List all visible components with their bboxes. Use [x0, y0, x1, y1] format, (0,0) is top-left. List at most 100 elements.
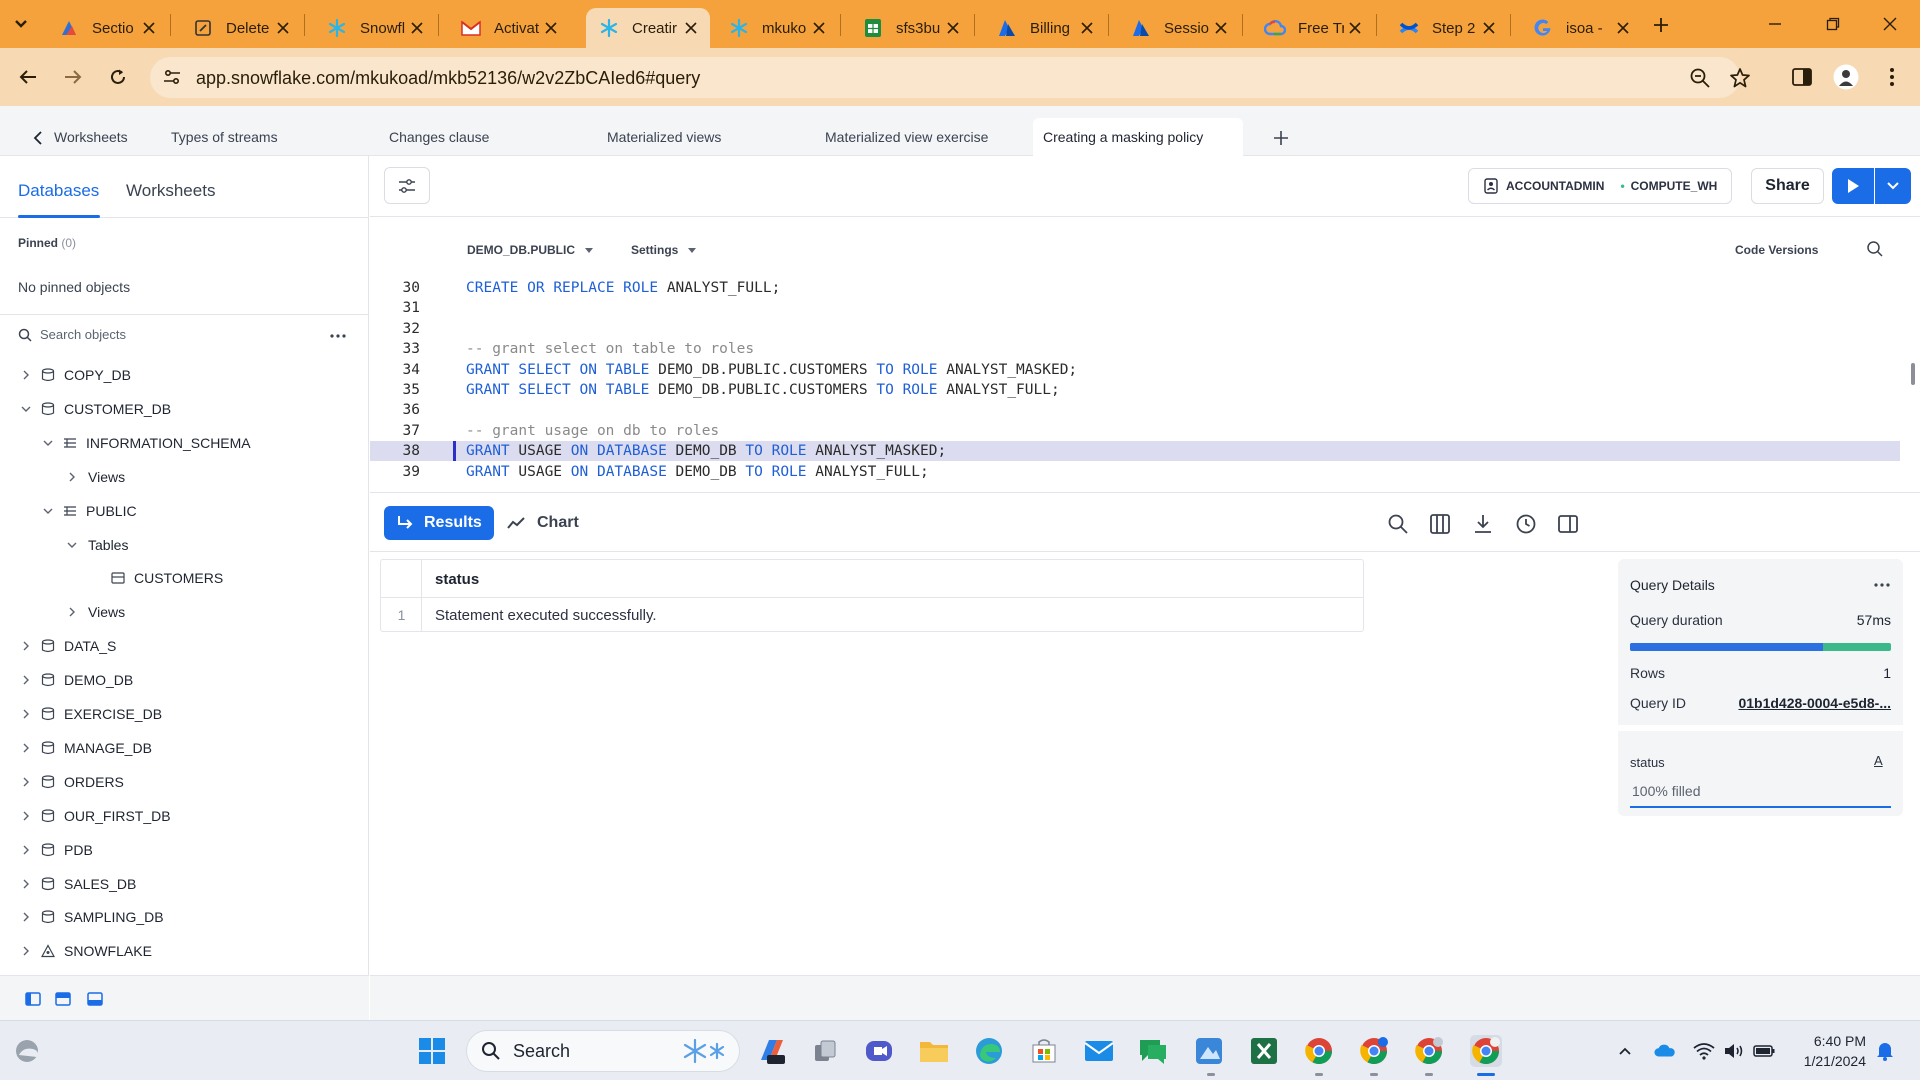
tree-item-demo-db[interactable]: DEMO_DB [18, 666, 133, 694]
browser-tab[interactable]: Delete [180, 8, 302, 48]
search-objects-input[interactable]: Search objects [18, 327, 126, 342]
chevron-down-icon[interactable] [64, 537, 80, 553]
chrome-profile-icon[interactable] [1413, 1035, 1445, 1067]
image-app-icon[interactable] [1193, 1035, 1225, 1067]
chrome-profile-icon[interactable] [1358, 1035, 1390, 1067]
browser-tab[interactable]: Free Tr [1252, 8, 1374, 48]
run-button[interactable] [1832, 168, 1874, 204]
chevron-right-icon[interactable] [18, 672, 34, 688]
browser-menu-icon[interactable] [1877, 62, 1907, 92]
restore-window-icon[interactable] [1819, 10, 1847, 38]
sql-editor[interactable]: 30 CREATE OR REPLACE ROLE ANALYST_FULL; 31… [370, 276, 1920, 492]
back-arrow-icon[interactable] [13, 62, 43, 92]
code-line[interactable]: 33 -- grant select on table to roles [370, 339, 1900, 359]
tree-item-orders[interactable]: ORDERS [18, 768, 124, 796]
query-id-link[interactable]: 01b1d428-0004-e5d8-... [1738, 695, 1891, 711]
side-panel-icon[interactable] [1787, 62, 1817, 92]
tab-materialized-views[interactable]: Materialized views [597, 118, 731, 156]
code-line[interactable]: 39 GRANT USAGE ON DATABASE DEMO_DB TO ROL… [370, 462, 1900, 482]
reload-icon[interactable] [103, 62, 133, 92]
chevron-right-icon[interactable] [64, 469, 80, 485]
chrome-icon[interactable] [1303, 1035, 1335, 1067]
toggle-details-panel-icon[interactable] [1557, 513, 1579, 535]
close-tab-icon[interactable] [808, 17, 830, 39]
tab-databases[interactable]: Databases [18, 181, 99, 201]
notifications-bell-icon[interactable] [1874, 1040, 1896, 1062]
close-tab-icon[interactable] [138, 17, 160, 39]
site-info-icon[interactable] [162, 67, 182, 87]
chevron-down-icon[interactable] [40, 435, 56, 451]
close-tab-icon[interactable] [680, 17, 702, 39]
chevron-down-icon[interactable] [18, 401, 34, 417]
volume-icon[interactable] [1723, 1040, 1745, 1062]
chevron-right-icon[interactable] [18, 367, 34, 383]
close-window-icon[interactable] [1876, 10, 1904, 38]
copilot-preview-icon[interactable] [756, 1035, 788, 1067]
browser-tab[interactable]: Billing [984, 8, 1106, 48]
close-tab-icon[interactable] [1478, 17, 1500, 39]
table-cell-status[interactable]: Statement executed successfully. [435, 607, 657, 624]
forward-arrow-icon[interactable] [58, 62, 88, 92]
code-versions-button[interactable]: Code Versions [1735, 243, 1818, 257]
onedrive-cloud-icon[interactable] [1654, 1040, 1676, 1062]
battery-icon[interactable] [1753, 1040, 1775, 1062]
chat-app-icon[interactable] [1137, 1035, 1169, 1067]
close-tab-icon[interactable] [1344, 17, 1366, 39]
code-line[interactable]: 36 [370, 400, 1900, 420]
run-options-button[interactable] [1875, 168, 1911, 204]
tab-materialized-view-exercise[interactable]: Materialized view exercise [815, 118, 998, 156]
code-line[interactable]: 30 CREATE OR REPLACE ROLE ANALYST_FULL; [370, 278, 1900, 298]
history-clock-icon[interactable] [1515, 513, 1537, 535]
chevron-right-icon[interactable] [18, 740, 34, 756]
chevron-right-icon[interactable] [18, 638, 34, 654]
column-header-status[interactable]: status [435, 571, 479, 588]
code-line[interactable]: 37 -- grant usage on db to roles [370, 421, 1900, 441]
tree-item-sales-db[interactable]: SALES_DB [18, 870, 136, 898]
more-options-icon[interactable] [326, 324, 350, 348]
microsoft-store-icon[interactable] [1028, 1035, 1060, 1067]
chrome-active-window-icon[interactable] [1470, 1035, 1502, 1067]
chevron-right-icon[interactable] [64, 604, 80, 620]
browser-tab[interactable]: mkuko [716, 8, 838, 48]
tree-item-snowflake[interactable]: SNOWFLAKE [18, 937, 152, 965]
chevron-right-icon[interactable] [18, 842, 34, 858]
edge-browser-icon[interactable] [973, 1035, 1005, 1067]
tree-item-data-s[interactable]: DATA_S [18, 632, 116, 660]
layout-editor-icon[interactable] [55, 992, 71, 1006]
code-line[interactable]: 35 GRANT SELECT ON TABLE DEMO_DB.PUBLIC.C… [370, 380, 1900, 400]
filter-settings-button[interactable] [384, 167, 430, 204]
tab-worksheets-sidebar[interactable]: Worksheets [126, 181, 215, 201]
new-tab-icon[interactable] [1649, 13, 1673, 37]
weather-widget-icon[interactable] [12, 1035, 44, 1067]
chevron-right-icon[interactable] [18, 943, 34, 959]
results-tab-button[interactable]: Results [384, 506, 494, 540]
mail-icon[interactable] [1083, 1035, 1115, 1067]
tree-item-information-schema[interactable]: INFORMATION_SCHEMA [40, 429, 251, 457]
browser-tab[interactable]: Snowfl [314, 8, 436, 48]
file-explorer-icon[interactable] [918, 1035, 950, 1067]
role-warehouse-selector[interactable]: ACCOUNTADMIN • COMPUTE_WH [1468, 168, 1732, 204]
tree-item-sampling-db[interactable]: SAMPLING_DB [18, 903, 164, 931]
settings-dropdown[interactable]: Settings [631, 243, 697, 257]
tree-item-exercise-db[interactable]: EXERCISE_DB [18, 700, 162, 728]
show-hidden-icons-chevron-icon[interactable] [1614, 1040, 1636, 1062]
close-tab-icon[interactable] [1210, 17, 1232, 39]
tree-item-copy-db[interactable]: COPY_DB [18, 361, 131, 389]
browser-tab[interactable]: sfs3bu [850, 8, 972, 48]
download-icon[interactable] [1472, 513, 1494, 535]
teams-meet-icon[interactable] [863, 1035, 895, 1067]
browser-tab[interactable]: Sectio [46, 8, 168, 48]
browser-tab[interactable]: Activat [448, 8, 570, 48]
code-line[interactable]: 34 GRANT SELECT ON TABLE DEMO_DB.PUBLIC.C… [370, 360, 1900, 380]
search-results-icon[interactable] [1387, 513, 1409, 535]
chevron-right-icon[interactable] [18, 909, 34, 925]
code-line[interactable]: 38 GRANT USAGE ON DATABASE DEMO_DB TO ROL… [370, 441, 1900, 462]
zoom-out-icon[interactable] [1689, 67, 1711, 89]
code-line[interactable]: 31 [370, 298, 1900, 318]
tree-item-customers[interactable]: CUSTOMERS [88, 564, 223, 592]
tab-creating-a-masking-policy[interactable]: Creating a masking policy [1033, 118, 1243, 156]
browser-tab-active[interactable]: Creatir [586, 8, 710, 48]
close-tab-icon[interactable] [540, 17, 562, 39]
columns-icon[interactable] [1429, 513, 1451, 535]
tree-item-public[interactable]: PUBLIC [40, 497, 137, 525]
